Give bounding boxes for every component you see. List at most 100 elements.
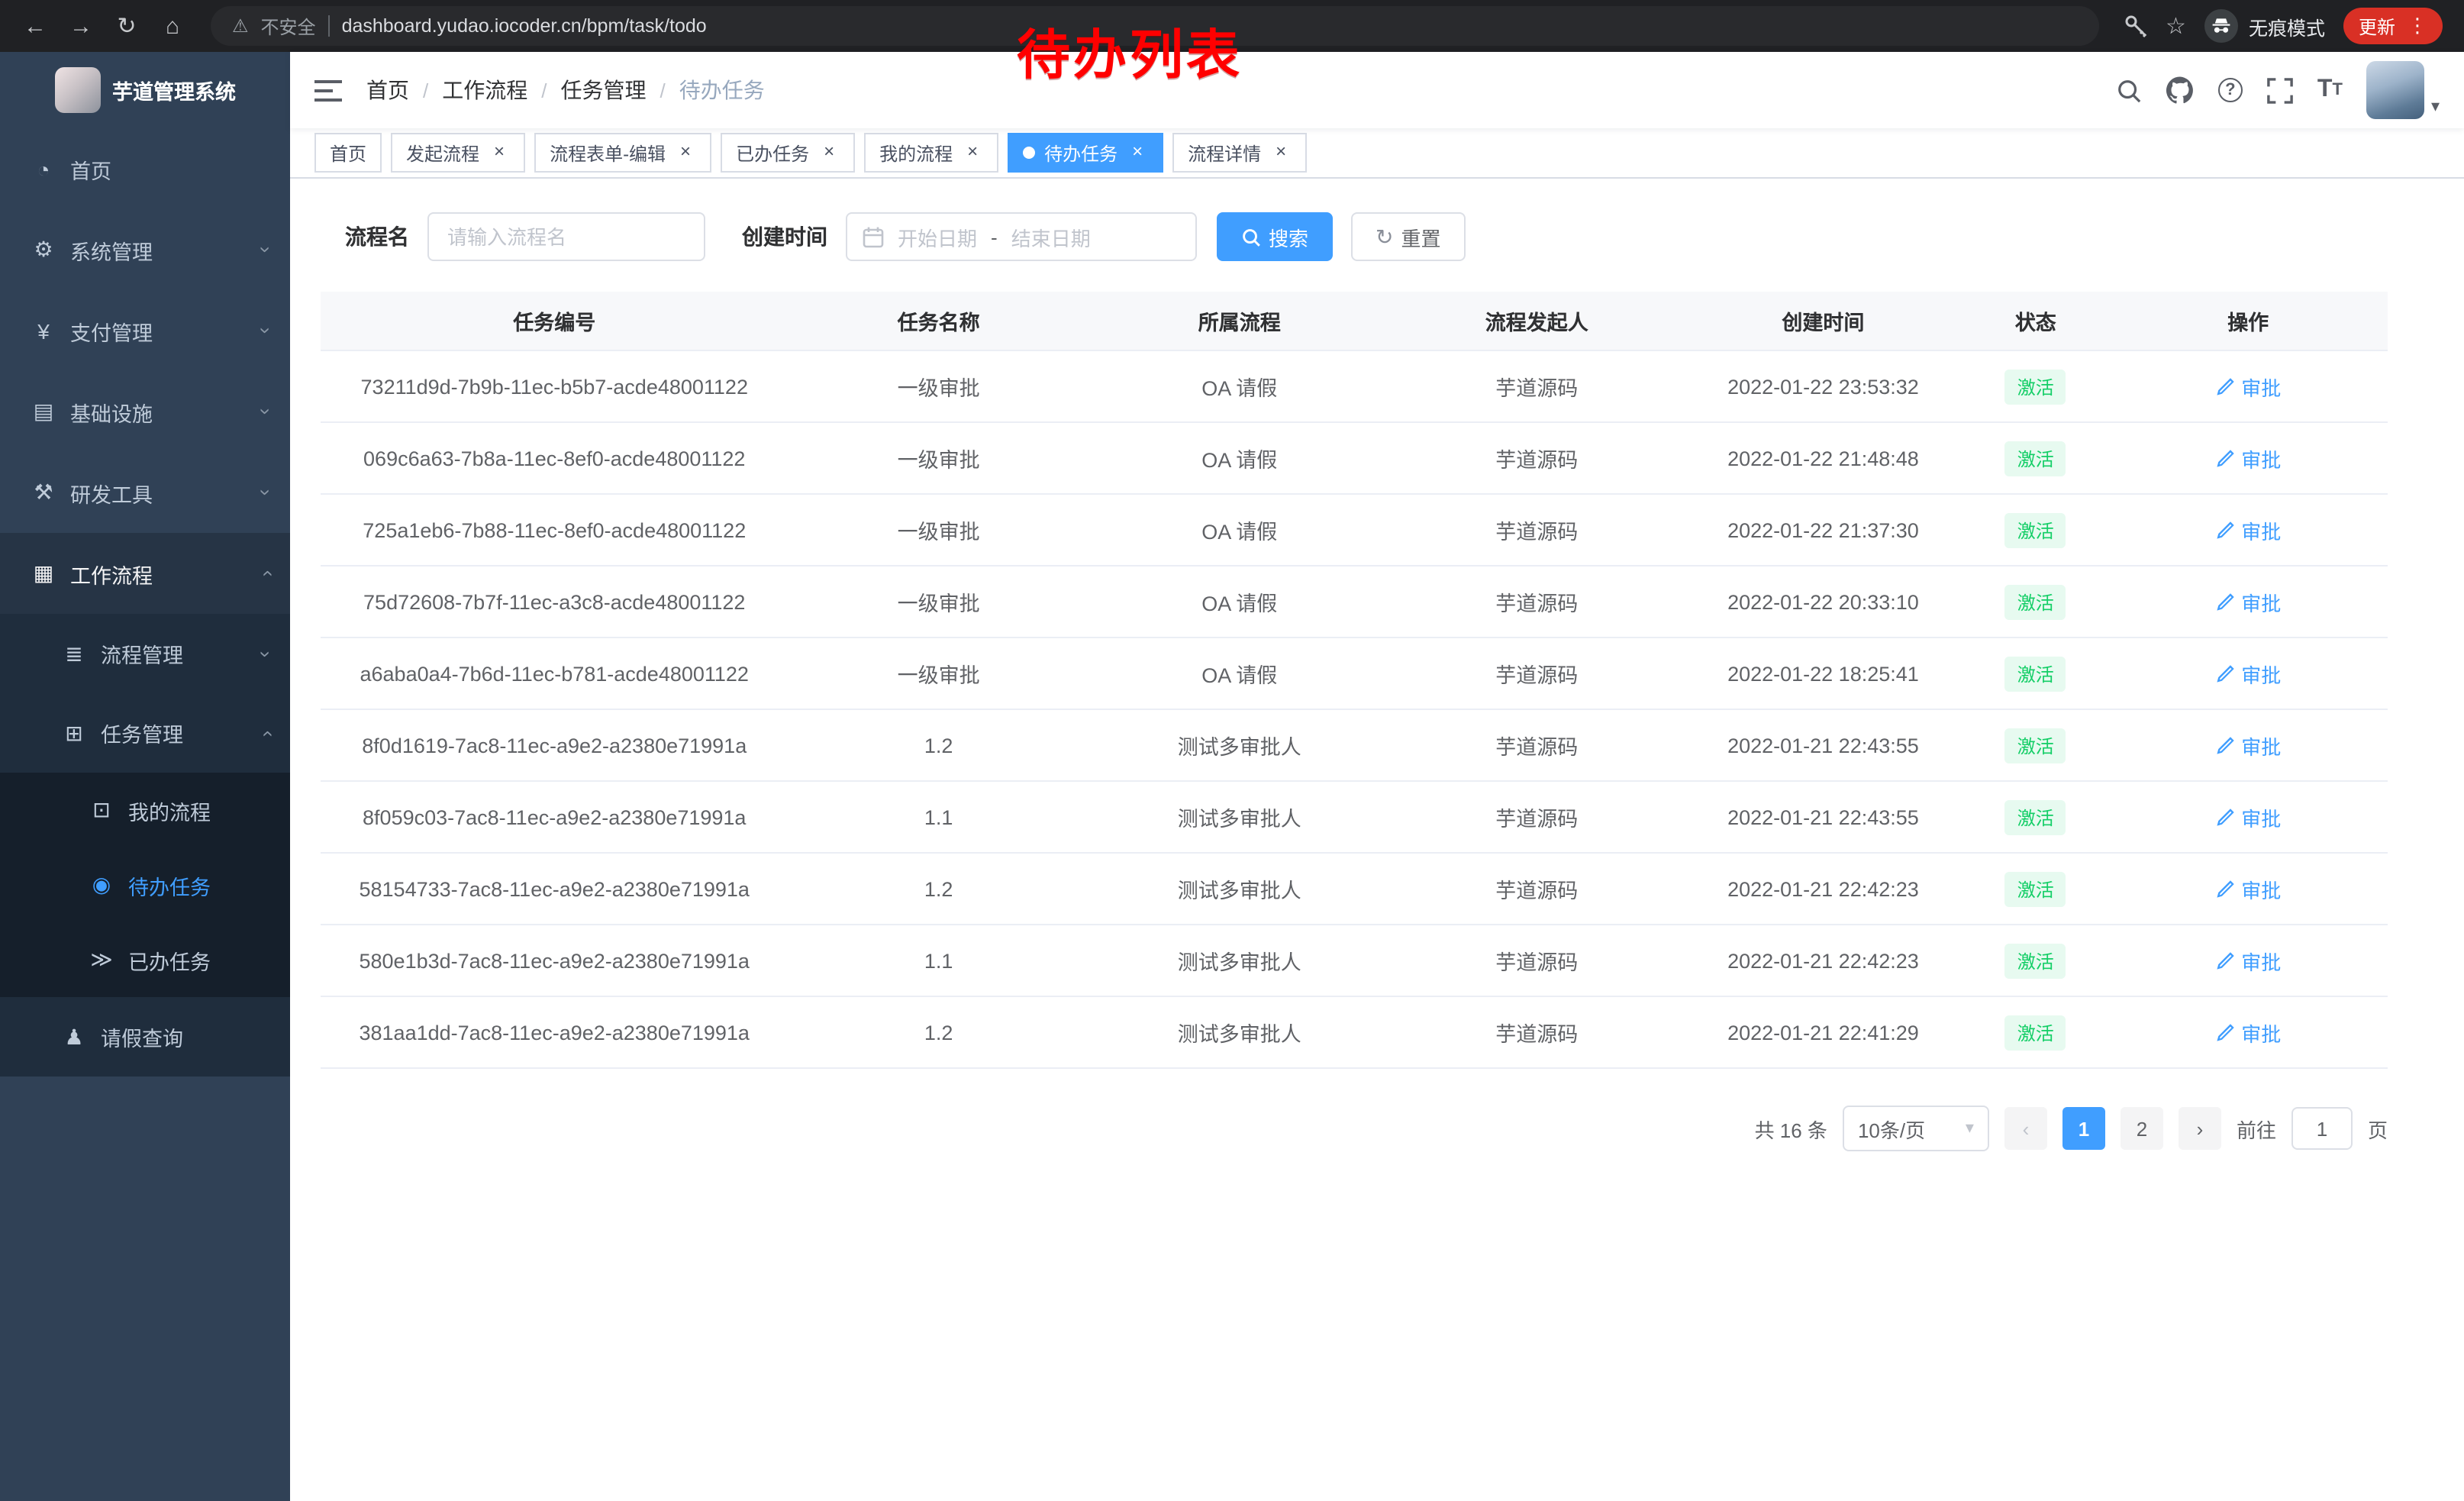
app-logo[interactable]: 芋道管理系统 bbox=[0, 52, 290, 128]
approve-link[interactable]: 审批 bbox=[2215, 731, 2281, 760]
breadcrumb: 首页 / 工作流程 / 任务管理 / 待办任务 bbox=[366, 75, 765, 105]
tab-label: 流程表单-编辑 bbox=[550, 140, 666, 166]
browser-update-button[interactable]: 更新 ⋮ bbox=[2343, 8, 2443, 44]
process-name-input[interactable] bbox=[427, 212, 705, 261]
task-name-cell: 一级审批 bbox=[789, 443, 1089, 473]
tab-item-1[interactable]: 发起流程× bbox=[391, 133, 525, 173]
sidebar-menu: ◔ 首页 ⚙ 系统管理 › ¥ 支付管理 › ▤ 基础设施 › bbox=[0, 128, 290, 1077]
chat-icon: ⊡ bbox=[89, 797, 114, 823]
search-button[interactable]: 搜索 bbox=[1217, 212, 1333, 261]
sidebar-item-my-processes[interactable]: ⊡ 我的流程 bbox=[0, 773, 290, 847]
column-header-status: 状态 bbox=[1962, 305, 2108, 336]
tools-icon: ⚒ bbox=[31, 479, 56, 505]
approve-link[interactable]: 审批 bbox=[2215, 659, 2281, 688]
sidebar-item-label: 流程管理 bbox=[101, 638, 262, 669]
goto-page-suffix: 页 bbox=[2368, 1114, 2388, 1143]
sidebar-item-dev-tools[interactable]: ⚒ 研发工具 › bbox=[0, 452, 290, 533]
help-icon[interactable]: ? bbox=[2218, 61, 2243, 119]
address-bar[interactable]: ⚠ 不安全 dashboard.yudao.iocoder.cn/bpm/tas… bbox=[211, 6, 2098, 46]
breadcrumb-workflow[interactable]: 工作流程 bbox=[442, 75, 527, 105]
sidebar-toggle-icon[interactable] bbox=[314, 79, 342, 102]
tab-close-icon[interactable]: × bbox=[675, 142, 696, 163]
incognito-chip: 无痕模式 bbox=[2204, 9, 2325, 43]
table-row: 725a1eb6-7b88-11ec-8ef0-acde48001122一级审批… bbox=[321, 495, 2388, 567]
page-button-2[interactable]: 2 bbox=[2121, 1107, 2163, 1150]
approve-link[interactable]: 审批 bbox=[2215, 874, 2281, 903]
table-header: 任务编号 任务名称 所属流程 流程发起人 创建时间 状态 操作 bbox=[321, 292, 2388, 351]
goto-page-input[interactable] bbox=[2291, 1107, 2353, 1150]
edit-pen-icon bbox=[2215, 448, 2235, 468]
breadcrumb-home[interactable]: 首页 bbox=[366, 75, 409, 105]
page-size-select[interactable]: 10条/页 ▾ bbox=[1843, 1106, 1989, 1151]
status-cell: 激活 bbox=[1962, 943, 2108, 978]
tab-item-5[interactable]: 待办任务× bbox=[1008, 133, 1163, 173]
task-icon: ⊞ bbox=[61, 720, 87, 746]
sidebar-item-label: 请假查询 bbox=[101, 1022, 269, 1052]
sidebar-item-leave-query[interactable]: ♟ 请假查询 bbox=[0, 997, 290, 1077]
user-menu[interactable]: ▾ bbox=[2367, 61, 2440, 119]
home-icon[interactable]: ⌂ bbox=[153, 6, 192, 46]
task-name-cell: 一级审批 bbox=[789, 371, 1089, 402]
sidebar-item-infrastructure[interactable]: ▤ 基础设施 › bbox=[0, 371, 290, 452]
date-range-picker[interactable]: 开始日期 - 结束日期 bbox=[846, 212, 1197, 261]
tab-item-0[interactable]: 首页 bbox=[314, 133, 382, 173]
approve-link[interactable]: 审批 bbox=[2215, 515, 2281, 544]
github-icon[interactable] bbox=[2166, 61, 2194, 119]
sidebar-item-workflow[interactable]: ▦ 工作流程 › bbox=[0, 533, 290, 614]
range-separator: - bbox=[991, 225, 998, 248]
sidebar-item-task-mgmt[interactable]: ⊞ 任务管理 › bbox=[0, 693, 290, 773]
page-button-1[interactable]: 1 bbox=[2062, 1107, 2105, 1150]
breadcrumb-task-mgmt[interactable]: 任务管理 bbox=[561, 75, 647, 105]
edit-pen-icon bbox=[2215, 951, 2235, 970]
chevron-down-icon: › bbox=[256, 489, 276, 496]
tab-close-icon[interactable]: × bbox=[962, 142, 983, 163]
tab-item-6[interactable]: 流程详情× bbox=[1172, 133, 1307, 173]
edit-pen-icon bbox=[2215, 663, 2235, 683]
edit-pen-icon bbox=[2215, 520, 2235, 540]
sidebar-item-payment-mgmt[interactable]: ¥ 支付管理 › bbox=[0, 290, 290, 371]
table-row: 069c6a63-7b8a-11ec-8ef0-acde48001122一级审批… bbox=[321, 423, 2388, 495]
approve-link[interactable]: 审批 bbox=[2215, 946, 2281, 975]
approve-link[interactable]: 审批 bbox=[2215, 1018, 2281, 1047]
sidebar-item-home[interactable]: ◔ 首页 bbox=[0, 128, 290, 209]
search-icon[interactable] bbox=[2116, 61, 2142, 119]
forward-icon[interactable]: → bbox=[61, 6, 101, 46]
approve-link[interactable]: 审批 bbox=[2215, 587, 2281, 616]
prev-page-button[interactable]: ‹ bbox=[2004, 1107, 2047, 1150]
next-page-button[interactable]: › bbox=[2179, 1107, 2221, 1150]
tab-item-3[interactable]: 已办任务× bbox=[721, 133, 855, 173]
font-size-icon[interactable]: TT bbox=[2317, 61, 2343, 119]
tab-close-icon[interactable]: × bbox=[1127, 142, 1148, 163]
table-row: 381aa1dd-7ac8-11ec-a9e2-a2380e71991a1.2测… bbox=[321, 997, 2388, 1069]
sidebar-item-done-tasks[interactable]: ≫ 已办任务 bbox=[0, 922, 290, 997]
refresh-icon[interactable]: ↻ bbox=[107, 6, 147, 46]
sidebar-item-label: 工作流程 bbox=[70, 558, 262, 589]
starter-cell: 芋道源码 bbox=[1390, 658, 1684, 689]
edit-pen-icon bbox=[2215, 807, 2235, 827]
approve-link[interactable]: 审批 bbox=[2215, 444, 2281, 473]
sidebar-item-system-mgmt[interactable]: ⚙ 系统管理 › bbox=[0, 209, 290, 290]
status-badge: 激活 bbox=[2005, 369, 2066, 404]
bookmark-star-icon[interactable]: ☆ bbox=[2166, 12, 2186, 40]
approve-link[interactable]: 审批 bbox=[2215, 802, 2281, 831]
eye-icon: ◉ bbox=[89, 872, 114, 898]
main-area: 首页 / 工作流程 / 任务管理 / 待办任务 bbox=[290, 52, 2464, 1501]
tab-close-icon[interactable]: × bbox=[489, 142, 510, 163]
sidebar-item-process-mgmt[interactable]: ≣ 流程管理 › bbox=[0, 614, 290, 693]
task-id-cell: 8f059c03-7ac8-11ec-a9e2-a2380e71991a bbox=[321, 805, 789, 828]
status-badge: 激活 bbox=[2005, 799, 2066, 834]
tab-item-4[interactable]: 我的流程× bbox=[864, 133, 998, 173]
reset-button[interactable]: ↻ 重置 bbox=[1351, 212, 1466, 261]
back-icon[interactable]: ← bbox=[15, 6, 55, 46]
column-header-task-name: 任务名称 bbox=[789, 305, 1089, 336]
password-key-icon[interactable] bbox=[2123, 0, 2147, 55]
approve-link[interactable]: 审批 bbox=[2215, 372, 2281, 401]
sidebar-item-todo-tasks[interactable]: ◉ 待办任务 bbox=[0, 847, 290, 922]
browser-menu-icon[interactable]: ⋮ bbox=[2408, 14, 2427, 38]
starter-cell: 芋道源码 bbox=[1390, 730, 1684, 760]
tab-item-2[interactable]: 流程表单-编辑 × bbox=[534, 133, 711, 173]
fullscreen-icon[interactable] bbox=[2267, 61, 2293, 119]
tab-close-icon[interactable]: × bbox=[1270, 142, 1292, 163]
created-time-cell: 2022-01-21 22:42:23 bbox=[1684, 877, 1963, 900]
tab-close-icon[interactable]: × bbox=[818, 142, 840, 163]
